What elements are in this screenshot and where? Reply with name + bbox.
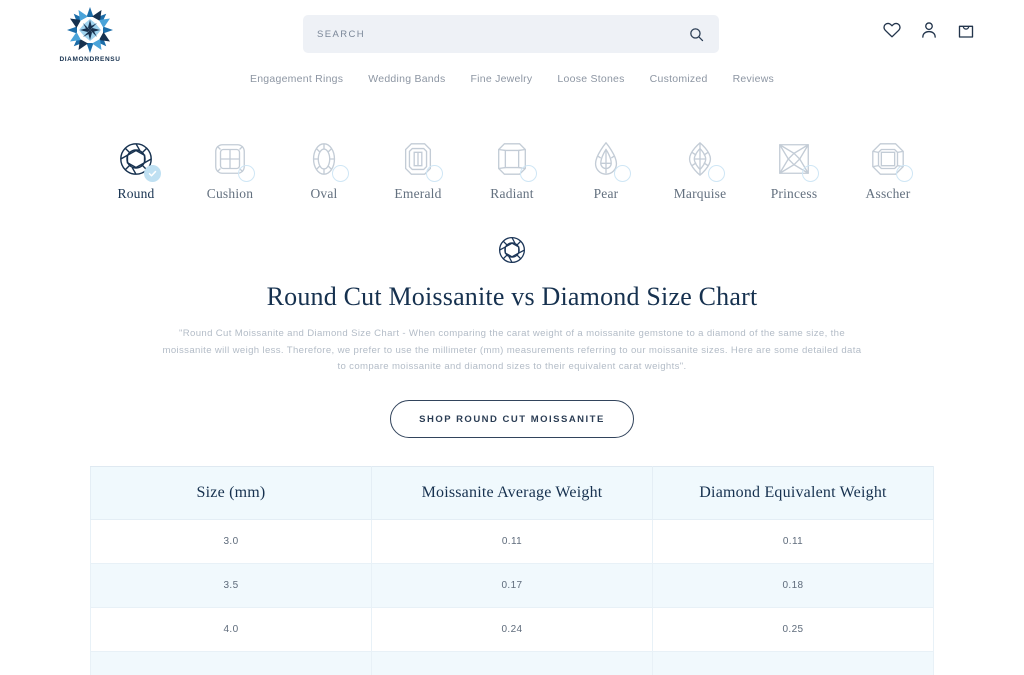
- size-chart-table: Size (mm) Moissanite Average Weight Diam…: [90, 465, 934, 675]
- shape-icon-wrap: [296, 136, 352, 182]
- site-header: DIAMONDRENSU: [0, 0, 1024, 67]
- shape-option-marquise[interactable]: Marquise: [653, 136, 747, 202]
- shape-option-princess[interactable]: Princess: [747, 136, 841, 202]
- shape-option-cushion[interactable]: Cushion: [183, 136, 277, 202]
- cell-moissanite: 0.11: [371, 518, 653, 564]
- shape-icon-wrap: [484, 136, 540, 182]
- cell-diamond: 0.25: [652, 606, 934, 652]
- cell-size: 3.0: [90, 518, 372, 564]
- shape-label: Asscher: [865, 186, 911, 201]
- shape-selected-badge: [144, 165, 161, 182]
- nav-item-wedding-bands[interactable]: Wedding Bands: [368, 73, 445, 85]
- round-diamond-icon: [498, 236, 526, 264]
- shape-label: Radiant: [490, 186, 534, 201]
- size-chart-table-wrap: Size (mm) Moissanite Average Weight Diam…: [90, 465, 934, 675]
- shape-option-emerald[interactable]: Emerald: [371, 136, 465, 202]
- nav-item-engagement-rings[interactable]: Engagement Rings: [250, 73, 343, 85]
- shape-icon-wrap: [390, 136, 446, 182]
- header-actions: [882, 20, 976, 40]
- table-row: [90, 650, 934, 675]
- column-header-moissanite-weight: Moissanite Average Weight: [371, 465, 653, 520]
- check-icon: [148, 170, 157, 177]
- cell-diamond: 0.11: [652, 518, 934, 564]
- shop-round-cut-moissanite-button[interactable]: SHOP ROUND CUT MOISSANITE: [390, 399, 634, 438]
- diamondrensu-logo[interactable]: DIAMONDRENSU: [50, 2, 130, 66]
- shape-label: Oval: [310, 186, 338, 201]
- shape-icon-wrap: [766, 136, 822, 182]
- search-icon[interactable]: [688, 26, 705, 43]
- shape-icon-wrap: [578, 136, 634, 182]
- cell-diamond: 0.18: [652, 562, 934, 608]
- shape-unselected-badge: [332, 165, 349, 182]
- shape-unselected-badge: [708, 165, 725, 182]
- shape-icon-wrap: [860, 136, 916, 182]
- table-row: 4.0 0.24 0.25: [90, 606, 934, 652]
- cell-moissanite: 0.24: [371, 606, 653, 652]
- nav-item-customized[interactable]: Customized: [650, 73, 708, 85]
- table-header: Size (mm) Moissanite Average Weight Diam…: [90, 465, 934, 520]
- shape-selector: Round Cushion Oval Emerald Radiant Pear …: [0, 136, 1024, 202]
- shape-unselected-badge: [896, 165, 913, 182]
- shape-option-round[interactable]: Round: [89, 136, 183, 202]
- nav-item-loose-stones[interactable]: Loose Stones: [557, 73, 624, 85]
- table-row: 3.0 0.11 0.11: [90, 518, 934, 564]
- shape-option-oval[interactable]: Oval: [277, 136, 371, 202]
- shape-label: Cushion: [206, 186, 254, 201]
- search-input[interactable]: [317, 28, 688, 40]
- shape-label: Marquise: [673, 186, 727, 201]
- shape-option-pear[interactable]: Pear: [559, 136, 653, 202]
- shape-icon-wrap: [672, 136, 728, 182]
- shape-option-radiant[interactable]: Radiant: [465, 136, 559, 202]
- shape-unselected-badge: [614, 165, 631, 182]
- cart-icon[interactable]: [956, 20, 976, 40]
- account-icon[interactable]: [919, 20, 939, 40]
- table-row: 3.5 0.17 0.18: [90, 562, 934, 608]
- search-bar[interactable]: [303, 15, 719, 53]
- cell-moissanite: 0.17: [371, 562, 653, 608]
- hero-description: "Round Cut Moissanite and Diamond Size C…: [162, 328, 862, 372]
- hero-section: Round Cut Moissanite vs Diamond Size Cha…: [0, 235, 1024, 438]
- shape-unselected-badge: [238, 165, 255, 182]
- logo-star-icon: [67, 7, 113, 53]
- cell-size: 3.5: [90, 562, 372, 608]
- nav-item-fine-jewelry[interactable]: Fine Jewelry: [470, 73, 532, 85]
- page-title: Round Cut Moissanite vs Diamond Size Cha…: [266, 282, 758, 311]
- table-header-row: Size (mm) Moissanite Average Weight Diam…: [90, 465, 934, 520]
- shape-label: Princess: [770, 186, 818, 201]
- shape-unselected-badge: [426, 165, 443, 182]
- shape-option-asscher[interactable]: Asscher: [841, 136, 935, 202]
- main-navigation: Engagement Rings Wedding Bands Fine Jewe…: [0, 67, 1024, 89]
- cell-diamond: [652, 650, 934, 675]
- logo-wordmark: DIAMONDRENSU: [59, 56, 121, 63]
- cell-size: 4.0: [90, 606, 372, 652]
- shape-icon-wrap: [108, 136, 164, 182]
- shape-unselected-badge: [520, 165, 537, 182]
- column-header-diamond-weight: Diamond Equivalent Weight: [652, 465, 934, 520]
- wishlist-icon[interactable]: [882, 20, 902, 40]
- shape-label: Pear: [593, 186, 619, 201]
- nav-item-reviews[interactable]: Reviews: [733, 73, 774, 85]
- cell-moissanite: [371, 650, 653, 675]
- cell-size: [90, 650, 372, 675]
- shape-icon-wrap: [202, 136, 258, 182]
- shape-unselected-badge: [802, 165, 819, 182]
- table-body: 3.0 0.11 0.11 3.5 0.17 0.18 4.0 0.24 0.2…: [90, 518, 934, 675]
- shape-label: Round: [117, 186, 155, 201]
- shape-label: Emerald: [394, 186, 442, 201]
- column-header-size: Size (mm): [90, 465, 372, 520]
